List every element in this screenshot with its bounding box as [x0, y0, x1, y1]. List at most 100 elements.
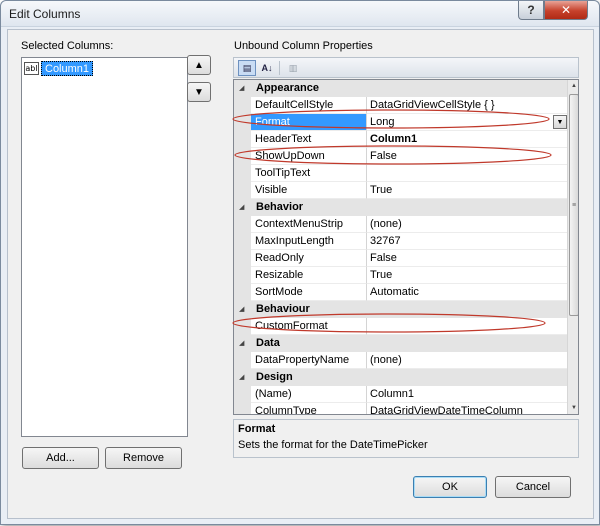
- text-column-icon: abl: [24, 61, 39, 75]
- property-name[interactable]: DataPropertyName: [251, 352, 367, 369]
- description-pane: Format Sets the format for the DateTimeP…: [233, 419, 579, 458]
- edit-columns-dialog: Edit Columns ? ✕ Selected Columns: abl C…: [0, 0, 600, 525]
- property-value[interactable]: [367, 165, 567, 182]
- title-bar: Edit Columns ? ✕: [1, 1, 599, 27]
- property-category-row[interactable]: ◢ Appearance: [234, 80, 567, 97]
- row-gutter: [234, 403, 251, 414]
- property-name[interactable]: CustomFormat: [251, 318, 367, 335]
- property-name[interactable]: ShowUpDown: [251, 148, 367, 165]
- property-row[interactable]: Visible True: [234, 182, 567, 199]
- property-name[interactable]: SortMode: [251, 284, 367, 301]
- row-gutter: [234, 148, 251, 165]
- scroll-thumb[interactable]: ≡: [569, 94, 578, 316]
- property-value[interactable]: False: [367, 250, 567, 267]
- arrow-down-icon: ▼: [194, 86, 204, 98]
- toolbar-separator: [279, 61, 280, 75]
- cancel-button[interactable]: Cancel: [495, 476, 571, 498]
- row-gutter: [234, 165, 251, 182]
- selected-columns-list[interactable]: abl Column1: [21, 57, 188, 437]
- property-value[interactable]: True: [367, 267, 567, 284]
- property-grid-scrollbar[interactable]: ▲ ≡ ▼: [567, 80, 578, 414]
- property-name[interactable]: (Name): [251, 386, 367, 403]
- property-name[interactable]: Resizable: [251, 267, 367, 284]
- dropdown-arrow-icon[interactable]: ▼: [553, 115, 567, 129]
- property-row[interactable]: MaxInputLength 32767: [234, 233, 567, 250]
- property-pages-icon[interactable]: ▥: [284, 60, 302, 76]
- property-name[interactable]: MaxInputLength: [251, 233, 367, 250]
- scroll-down-icon[interactable]: ▼: [568, 402, 578, 414]
- property-row[interactable]: CustomFormat: [234, 318, 567, 335]
- property-row[interactable]: DefaultCellStyle DataGridViewCellStyle { …: [234, 97, 567, 114]
- remove-button[interactable]: Remove: [105, 447, 182, 469]
- window-title: Edit Columns: [9, 7, 81, 21]
- property-grid-toolbar: ▤ A↓ ▥: [233, 57, 579, 78]
- ok-button[interactable]: OK: [413, 476, 487, 498]
- dialog-client-area: Selected Columns: abl Column1 ▲ ▼ Add...…: [7, 29, 594, 519]
- help-button[interactable]: ?: [518, 1, 544, 20]
- property-row[interactable]: ContextMenuStrip (none): [234, 216, 567, 233]
- property-value[interactable]: Column1: [367, 386, 567, 403]
- property-row[interactable]: Resizable True: [234, 267, 567, 284]
- property-row[interactable]: SortMode Automatic: [234, 284, 567, 301]
- row-gutter: [234, 97, 251, 114]
- property-category-row[interactable]: ◢ Data: [234, 335, 567, 352]
- property-name[interactable]: ContextMenuStrip: [251, 216, 367, 233]
- property-value[interactable]: DataGridViewDateTimeColumn: [367, 403, 567, 414]
- row-gutter: [234, 131, 251, 148]
- property-value[interactable]: Automatic: [367, 284, 567, 301]
- description-text: Sets the format for the DateTimePicker: [238, 439, 428, 451]
- scroll-up-icon[interactable]: ▲: [568, 80, 578, 92]
- property-value[interactable]: (none): [367, 352, 567, 369]
- property-row[interactable]: ShowUpDown False: [234, 148, 567, 165]
- properties-heading: Unbound Column Properties: [234, 40, 373, 52]
- property-value[interactable]: True: [367, 182, 567, 199]
- property-category-row[interactable]: ◢ Behavior: [234, 199, 567, 216]
- row-gutter: [234, 318, 251, 335]
- collapse-icon[interactable]: ◢: [239, 203, 244, 211]
- property-row[interactable]: Format Long ▼: [234, 114, 567, 131]
- collapse-icon[interactable]: ◢: [239, 305, 244, 313]
- property-value[interactable]: Column1: [367, 131, 567, 148]
- property-grid[interactable]: ◢ Appearance DefaultCellStyle DataGridViewC…: [233, 79, 579, 415]
- property-category-row[interactable]: ◢ Behaviour: [234, 301, 567, 318]
- row-gutter: [234, 284, 251, 301]
- add-button[interactable]: Add...: [22, 447, 99, 469]
- selected-columns-label: Selected Columns:: [21, 40, 114, 52]
- property-name[interactable]: DefaultCellStyle: [251, 97, 367, 114]
- move-up-button[interactable]: ▲: [187, 55, 211, 75]
- property-name[interactable]: ReadOnly: [251, 250, 367, 267]
- collapse-icon[interactable]: ◢: [239, 84, 244, 92]
- row-gutter: [234, 267, 251, 284]
- property-name[interactable]: ColumnType: [251, 403, 367, 414]
- property-name[interactable]: ToolTipText: [251, 165, 367, 182]
- property-name[interactable]: Format: [251, 114, 367, 131]
- row-gutter: [234, 352, 251, 369]
- property-name[interactable]: Visible: [251, 182, 367, 199]
- property-row[interactable]: ReadOnly False: [234, 250, 567, 267]
- move-down-button[interactable]: ▼: [187, 82, 211, 102]
- arrow-up-icon: ▲: [194, 59, 204, 71]
- row-gutter: [234, 114, 251, 131]
- close-button[interactable]: ✕: [544, 1, 588, 20]
- collapse-icon[interactable]: ◢: [239, 373, 244, 381]
- property-value[interactable]: 32767: [367, 233, 567, 250]
- property-name[interactable]: HeaderText: [251, 131, 367, 148]
- category-name: Behavior: [256, 201, 304, 213]
- property-value[interactable]: DataGridViewCellStyle { }: [367, 97, 567, 114]
- property-value[interactable]: False: [367, 148, 567, 165]
- property-row[interactable]: (Name) Column1: [234, 386, 567, 403]
- row-gutter: [234, 216, 251, 233]
- list-item-label: Column1: [41, 60, 94, 76]
- property-category-row[interactable]: ◢ Design: [234, 369, 567, 386]
- property-row[interactable]: HeaderText Column1: [234, 131, 567, 148]
- property-row[interactable]: DataPropertyName (none): [234, 352, 567, 369]
- collapse-icon[interactable]: ◢: [239, 339, 244, 347]
- list-item-column1[interactable]: abl Column1: [24, 60, 94, 76]
- property-row[interactable]: ColumnType DataGridViewDateTimeColumn: [234, 403, 567, 414]
- property-value[interactable]: [367, 318, 567, 335]
- property-value[interactable]: (none): [367, 216, 567, 233]
- property-row[interactable]: ToolTipText: [234, 165, 567, 182]
- categorized-icon[interactable]: ▤: [238, 60, 256, 76]
- alphabetical-sort-icon[interactable]: A↓: [258, 60, 276, 76]
- property-value[interactable]: Long: [367, 114, 567, 131]
